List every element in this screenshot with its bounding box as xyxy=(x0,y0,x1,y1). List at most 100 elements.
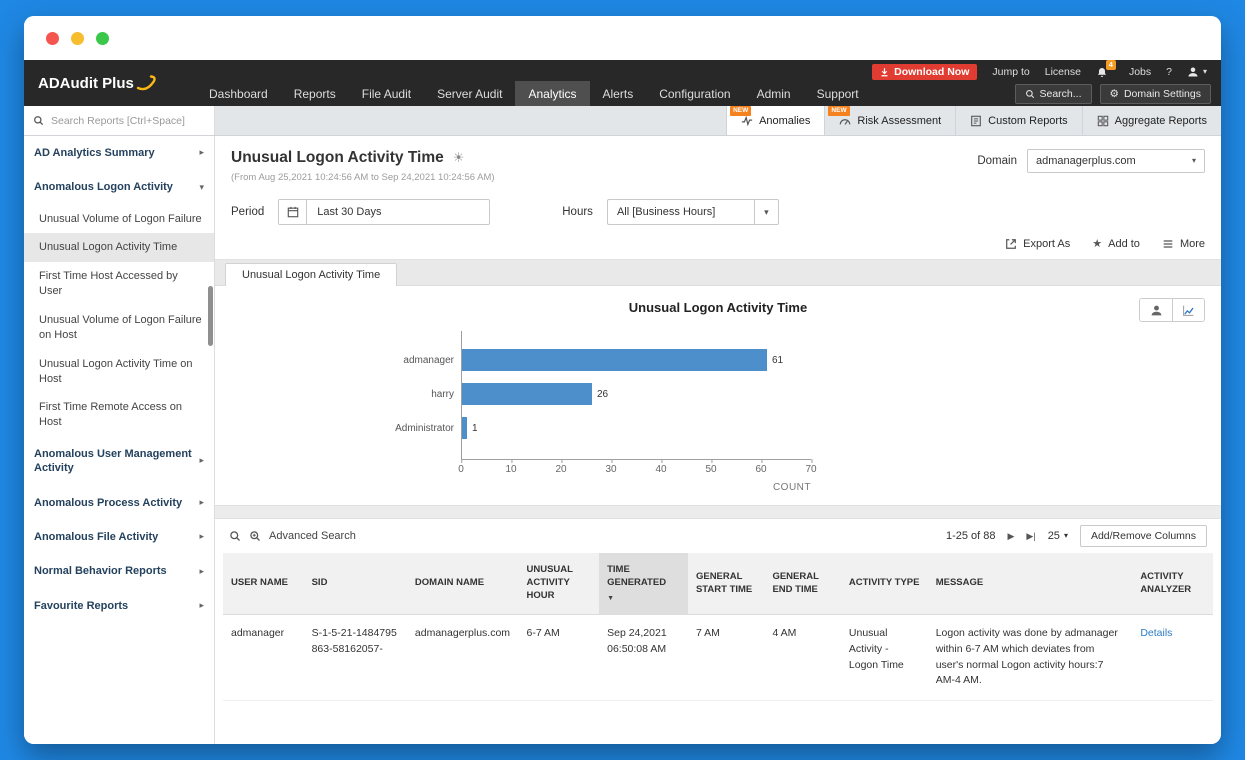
sidebar-section-normal-behavior-reports[interactable]: Normal Behavior Reports ▸ xyxy=(24,554,214,588)
nav-tab-admin[interactable]: Admin xyxy=(744,81,804,106)
chart-users-view-button[interactable] xyxy=(1140,299,1172,321)
subtab-custom-reports[interactable]: Custom Reports xyxy=(955,106,1081,135)
x-tick-label: 30 xyxy=(605,464,616,475)
sort-desc-icon: ▼ xyxy=(607,594,680,603)
nav-tab-configuration[interactable]: Configuration xyxy=(646,81,743,106)
results-panel: Advanced Search 1-25 of 88 ▶ ▶| 25 ▾ Add… xyxy=(215,519,1221,701)
sidebar-item-unusual-volume-logon-failure[interactable]: Unusual Volume of Logon Failure xyxy=(24,205,214,234)
nav-tab-support[interactable]: Support xyxy=(804,81,872,106)
global-search-button[interactable]: Search... xyxy=(1015,84,1092,104)
sidebar-section-anomalous-logon-activity[interactable]: Anomalous Logon Activity ▾ xyxy=(24,170,214,204)
chevron-down-icon: ▾ xyxy=(199,182,204,194)
page-size-select[interactable]: 25 ▾ xyxy=(1048,530,1068,542)
sidebar-item-first-time-host-accessed[interactable]: First Time Host Accessed by User xyxy=(24,262,214,306)
nav-tab-dashboard[interactable]: Dashboard xyxy=(196,81,281,106)
more-label: More xyxy=(1180,238,1205,250)
app-window: ADAudit Plus Download Now Jump to Licens… xyxy=(24,16,1221,744)
subtab-anomalies[interactable]: NEW Anomalies xyxy=(726,106,824,135)
chart-line-view-button[interactable] xyxy=(1172,299,1204,321)
advanced-search-icon[interactable] xyxy=(249,530,261,542)
report-tab-unusual-logon-activity-time[interactable]: Unusual Logon Activity Time xyxy=(225,263,397,286)
person-icon xyxy=(1187,66,1199,78)
column-header-sid[interactable]: SID xyxy=(304,553,407,615)
export-as-label: Export As xyxy=(1023,238,1070,250)
account-menu[interactable]: ▾ xyxy=(1187,66,1207,78)
page-size-value: 25 xyxy=(1048,530,1060,542)
window-zoom-button[interactable] xyxy=(96,32,109,45)
column-header-message[interactable]: MESSAGE xyxy=(928,553,1133,615)
section-label: AD Analytics Summary xyxy=(34,146,155,160)
domain-settings-button[interactable]: ⚙ Domain Settings xyxy=(1100,84,1211,104)
domain-select-value: admanagerplus.com xyxy=(1036,155,1136,167)
subtab-risk-assessment[interactable]: NEW Risk Assessment xyxy=(824,106,955,135)
bar-Administrator[interactable] xyxy=(462,417,467,439)
report-tabstrip: Unusual Logon Activity Time xyxy=(215,259,1221,286)
sidebar-section-anomalous-file-activity[interactable]: Anomalous File Activity ▸ xyxy=(24,520,214,554)
column-header-activity-analyzer[interactable]: ACTIVITY ANALYZER xyxy=(1132,553,1213,615)
nav-tab-file-audit[interactable]: File Audit xyxy=(349,81,424,106)
sidebar-item-unusual-logon-activity-time[interactable]: Unusual Logon Activity Time xyxy=(24,233,214,262)
help-button[interactable]: ? xyxy=(1166,66,1172,78)
subtab-custom-reports-label: Custom Reports xyxy=(988,115,1067,127)
export-as-button[interactable]: Export As xyxy=(1005,238,1070,250)
calendar-icon[interactable] xyxy=(279,200,307,224)
report-actions: Export As ★ Add to More xyxy=(215,225,1221,259)
domain-label: Domain xyxy=(977,155,1017,167)
chart-xlabel: COUNT xyxy=(461,482,811,493)
column-header-time-generated[interactable]: TIME GENERATED ▼ xyxy=(599,553,688,615)
window-close-button[interactable] xyxy=(46,32,59,45)
report-search-box[interactable] xyxy=(24,106,215,135)
hours-select-value: All [Business Hours] xyxy=(608,206,754,218)
column-header-activity-type[interactable]: ACTIVITY TYPE xyxy=(841,553,928,615)
column-header-general-end-time[interactable]: GENERAL END TIME xyxy=(764,553,840,615)
list-icon xyxy=(1162,238,1174,250)
download-now-button[interactable]: Download Now xyxy=(872,64,977,80)
sidebar-item-unusual-volume-logon-failure-host[interactable]: Unusual Volume of Logon Failure on Host xyxy=(24,306,214,350)
sidebar-scrollbar-thumb[interactable] xyxy=(208,286,213,346)
notifications-button[interactable]: 4 xyxy=(1096,66,1114,79)
jump-to-menu[interactable]: Jump to xyxy=(992,66,1029,78)
nav-tab-analytics[interactable]: Analytics xyxy=(515,81,589,106)
window-minimize-button[interactable] xyxy=(71,32,84,45)
bar-category-label: harry xyxy=(342,389,462,400)
sidebar-section-favourite-reports[interactable]: Favourite Reports ▸ xyxy=(24,589,214,623)
column-header-domain-name[interactable]: DOMAIN NAME xyxy=(407,553,519,615)
sidebar-section-ad-analytics-summary[interactable]: AD Analytics Summary ▸ xyxy=(24,136,214,170)
chevron-right-icon: ▸ xyxy=(199,497,204,509)
bar-admanager[interactable] xyxy=(462,349,767,371)
domain-select[interactable]: admanagerplus.com ▾ xyxy=(1027,149,1205,173)
subtab-aggregate-reports[interactable]: Aggregate Reports xyxy=(1082,106,1221,135)
advanced-search-label[interactable]: Advanced Search xyxy=(269,530,356,542)
last-page-button[interactable]: ▶| xyxy=(1026,531,1035,542)
add-to-button[interactable]: ★ Add to xyxy=(1092,237,1140,250)
app-logo: ADAudit Plus xyxy=(24,60,196,106)
bar-value-label: 1 xyxy=(472,423,478,434)
subtab-aggregate-reports-label: Aggregate Reports xyxy=(1115,115,1207,127)
bar-harry[interactable] xyxy=(462,383,592,405)
column-header-general-start-time[interactable]: GENERAL START TIME xyxy=(688,553,764,615)
cell-sid: S-1-5-21-1484795863-58162057- xyxy=(304,615,407,701)
cell-activity-type: Unusual Activity - Logon Time xyxy=(841,615,928,701)
jobs-menu[interactable]: Jobs xyxy=(1129,66,1151,78)
report-settings-icon[interactable]: ☀ xyxy=(453,150,465,166)
license-menu[interactable]: License xyxy=(1045,66,1081,78)
more-button[interactable]: More xyxy=(1162,238,1205,250)
nav-tab-server-audit[interactable]: Server Audit xyxy=(424,81,515,106)
column-header-user-name[interactable]: USER NAME xyxy=(223,553,304,615)
report-search-input[interactable] xyxy=(51,115,201,127)
nav-tab-reports[interactable]: Reports xyxy=(281,81,349,106)
period-value[interactable]: Last 30 Days xyxy=(307,206,489,218)
details-link[interactable]: Details xyxy=(1140,627,1172,639)
sidebar-section-anomalous-process-activity[interactable]: Anomalous Process Activity ▸ xyxy=(24,486,214,520)
sidebar-section-anomalous-user-management[interactable]: Anomalous User Management Activity ▸ xyxy=(24,437,214,486)
next-page-button[interactable]: ▶ xyxy=(1008,531,1015,542)
search-icon[interactable] xyxy=(229,530,241,542)
nav-tab-alerts[interactable]: Alerts xyxy=(590,81,647,106)
report-main: Unusual Logon Activity Time ☀ (From Aug … xyxy=(215,136,1221,744)
hours-select[interactable]: All [Business Hours] ▾ xyxy=(607,199,779,225)
sidebar-item-unusual-logon-activity-time-host[interactable]: Unusual Logon Activity Time on Host xyxy=(24,350,214,394)
add-remove-columns-button[interactable]: Add/Remove Columns xyxy=(1080,525,1207,547)
column-header-unusual-activity-hour[interactable]: UNUSUAL ACTIVITY HOUR xyxy=(519,553,600,615)
table-row: admanager S-1-5-21-1484795863-58162057- … xyxy=(223,615,1213,701)
sidebar-item-first-time-remote-access-host[interactable]: First Time Remote Access on Host xyxy=(24,393,214,437)
